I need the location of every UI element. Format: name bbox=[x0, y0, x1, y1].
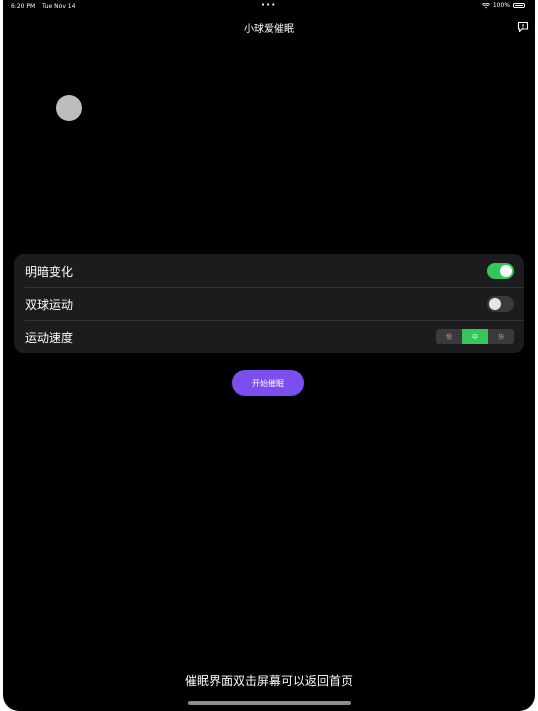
speed-label: 运动速度 bbox=[25, 331, 74, 345]
multitasking-dots[interactable]: ••• bbox=[261, 1, 276, 9]
wifi-icon bbox=[481, 2, 490, 8]
setting-row-brightness: 明暗变化 bbox=[14, 254, 524, 287]
brightness-label: 明暗变化 bbox=[25, 265, 74, 279]
status-right: 100% bbox=[481, 2, 525, 9]
speed-option-fast[interactable]: 快 bbox=[488, 329, 514, 344]
device-screen: 6:20 PM Tue Nov 14 ••• 100% 小球爱催眠 明暗变化 双… bbox=[3, 0, 535, 711]
speed-option-medium[interactable]: 中 bbox=[462, 329, 488, 344]
settings-card: 明暗变化 双球运动 运动速度 慢 中 快 bbox=[14, 254, 524, 353]
page-title: 小球爱催眠 bbox=[244, 24, 294, 35]
brightness-toggle[interactable] bbox=[487, 263, 514, 279]
speed-segmented-control: 慢 中 快 bbox=[436, 329, 514, 344]
toggle-knob bbox=[489, 298, 501, 310]
setting-row-speed: 运动速度 慢 中 快 bbox=[14, 320, 524, 353]
speed-option-slow[interactable]: 慢 bbox=[436, 329, 462, 344]
double-ball-label: 双球运动 bbox=[25, 298, 74, 312]
setting-row-double-ball: 双球运动 bbox=[14, 287, 524, 320]
hint-text: 催眠界面双击屏幕可以返回首页 bbox=[184, 674, 353, 688]
double-ball-toggle[interactable] bbox=[487, 296, 514, 312]
feedback-icon[interactable] bbox=[517, 21, 529, 33]
status-time: 6:20 PM bbox=[11, 3, 36, 10]
home-indicator[interactable] bbox=[188, 701, 351, 705]
toggle-knob bbox=[500, 265, 512, 277]
status-date: Tue Nov 14 bbox=[42, 3, 76, 10]
battery-percent: 100% bbox=[492, 2, 510, 9]
status-bar: 6:20 PM Tue Nov 14 ••• 100% bbox=[3, 0, 535, 12]
hypnosis-ball bbox=[56, 95, 82, 121]
start-hypnosis-button[interactable]: 开始催眠 bbox=[232, 370, 304, 396]
battery-icon bbox=[513, 3, 525, 8]
